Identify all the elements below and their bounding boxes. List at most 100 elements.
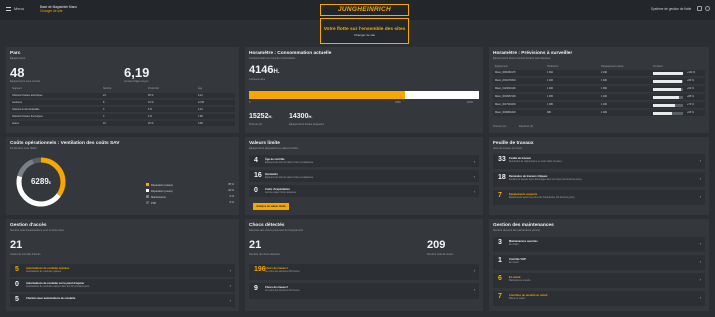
table-row[interactable]: Mano_3123040126 1 460 1 800 +94 % xyxy=(493,86,705,92)
worksheet-item[interactable]: 33 Feuille de travaux Demandes de maintena… xyxy=(493,154,705,169)
logo: JUNGHEINRICH xyxy=(320,4,409,16)
access-item-count: 5 xyxy=(15,296,19,303)
maint-item[interactable]: 3 Maintenances ouvertes En retard › xyxy=(493,237,705,252)
card-subtitle: Équipements xyxy=(10,57,26,60)
feuille-card[interactable]: Feuille de travaux Liste de travaux en c… xyxy=(489,137,709,215)
table-cell: 1 400 xyxy=(547,79,553,82)
site-selector[interactable]: Base de Magasinier Mano Changer de site xyxy=(40,5,77,13)
table-cell: 3 xyxy=(103,108,105,111)
hours-prev-label: Équipements limites dépassés xyxy=(289,123,325,126)
forecast-pct: +88 % xyxy=(687,95,694,98)
parc-card[interactable]: Parc Équipements 48 Équipements sous con… xyxy=(6,47,239,133)
forecast-pct: +63 % xyxy=(687,111,694,114)
hours-unit: H. xyxy=(273,69,280,75)
forecast-bar-fill xyxy=(653,111,672,115)
table-row[interactable]: Chariots frontaux électriques 24 50 % 6,21 xyxy=(10,93,235,98)
cost-total-value: 6289 xyxy=(30,177,49,186)
worksheet-item-count: 18 xyxy=(498,174,506,181)
table-header: Segment xyxy=(12,87,22,90)
table-row[interactable]: Mano_3009846320 980 1 000 +63 % xyxy=(493,110,705,116)
limit-item[interactable]: 16 Horamètre Équipements dont la valeur li… xyxy=(249,170,479,182)
maint-item[interactable]: 6 En retard Maintenance ouverte › xyxy=(493,273,705,288)
chevron-right-icon: › xyxy=(473,189,475,194)
table-row[interactable]: Mano_3017940230 1 080 1 200 +72 % xyxy=(493,102,705,108)
table-row[interactable]: Gerbeurs 8 16 % 12,56 xyxy=(10,100,235,105)
table-row[interactable]: Mano_2031078304 1 400 1 600 +96 % xyxy=(493,78,705,84)
legend-prevues: Prévues (1) xyxy=(493,125,507,128)
worksheet-item[interactable]: 18 Demandes de travaux critiques Feuilles … xyxy=(493,172,705,187)
card-subtitle: Nombre de jours de maintenance prévus xyxy=(493,229,540,232)
hours-consumed: 4146H. xyxy=(249,64,279,76)
table-cell: 1 460 xyxy=(547,87,553,90)
table-row[interactable]: Mano_3004957209 1 250 1 400 +88 % xyxy=(493,94,705,100)
legend-value: 6 % xyxy=(229,201,234,204)
table-header: Nombre xyxy=(103,87,112,90)
table-cell: 1 250 xyxy=(547,95,553,98)
forecast-bar-fill xyxy=(653,71,683,75)
worksheet-item[interactable]: 7 Équipements suspects Équipements ayant r… xyxy=(493,190,705,205)
table-cell: 3,68 xyxy=(198,122,203,125)
settings-icon[interactable] xyxy=(697,6,702,11)
card-subtitle: Équipements dont le contrat horaire sera… xyxy=(493,57,551,60)
access-item[interactable]: 0 Autorisations de conduite sur le point … xyxy=(10,279,235,292)
shock-item-title: Chocs de niveau 2 xyxy=(265,286,288,289)
previsions-card[interactable]: Horamètre : Prévisions à surveiller Équi… xyxy=(489,47,709,133)
system-name: Système de gestion de flotte xyxy=(651,7,692,11)
table-cell: Mano_3096382176 xyxy=(495,71,516,74)
limit-item-desc: Équipements dont la valeur limite est dé… xyxy=(265,177,314,179)
banner-change-site[interactable]: Changer de site xyxy=(321,33,408,37)
maint-item-desc: Maintenance ouverte xyxy=(509,280,531,282)
maint-item-title: Contrôle VGP xyxy=(509,258,526,261)
analysis-button[interactable]: Analyse de valeur limite xyxy=(253,203,289,210)
worksheet-item-desc: Feuilles de travaux avec dommages dans v… xyxy=(509,179,582,181)
valeurs-card[interactable]: Valeurs limite Équipements dépassant les… xyxy=(245,137,483,215)
table-row[interactable]: Mano_3096382176 1 692 2 040 +104 % xyxy=(493,70,705,76)
chevron-right-icon: › xyxy=(699,176,701,181)
chevron-right-icon: › xyxy=(473,287,475,292)
access-item-title: Chariots avec autorisations de conduite xyxy=(26,297,76,300)
forecast-bar xyxy=(653,79,683,83)
hours-total-unit: H. xyxy=(268,114,273,119)
horametre-card[interactable]: Horamètre : Consommation actuelle Consom… xyxy=(245,47,483,133)
forecast-bar xyxy=(653,111,683,115)
maint-item-count: 6 xyxy=(498,275,502,282)
maint-item[interactable]: 7 Contrôles de sécurité en retard Mises en… xyxy=(493,291,705,306)
change-site-link[interactable]: Changer de site xyxy=(40,9,77,13)
access-item[interactable]: 5 Chariots avec autorisations de conduite… xyxy=(10,294,235,307)
banner-title: Votre flotte sur l'ensemble des sites xyxy=(323,27,406,32)
legend-label: Maintenance xyxy=(151,196,166,199)
table-cell: 1 200 xyxy=(601,103,607,106)
table-cell: 1 400 xyxy=(601,95,607,98)
shock-count: 21 xyxy=(249,239,262,251)
worksheet-item-desc: Équipements ayant reçu plus de 3 demande… xyxy=(509,197,575,199)
chevron-right-icon: › xyxy=(473,159,475,164)
chevron-right-icon: › xyxy=(699,194,701,199)
user-icon[interactable] xyxy=(705,6,710,11)
site-banner[interactable]: Votre flotte sur l'ensemble des sites Ch… xyxy=(320,18,409,44)
table-cell: 1 800 xyxy=(601,87,607,90)
shock-item[interactable]: 196 Chocs de niveau 1 Au cours des dernièr… xyxy=(249,264,479,280)
maint-item-count: 3 xyxy=(498,239,502,246)
acces-card[interactable]: Gestion d'accès Nombre total d'autorisat… xyxy=(6,219,239,311)
access-item[interactable]: 5 Autorisations de conduite expirées Autor… xyxy=(10,264,235,277)
table-cell: 6,21 xyxy=(198,94,203,97)
limit-item[interactable]: 0 Coûts d'exploitation Aucune valeur limit… xyxy=(249,185,479,197)
shock-item[interactable]: 9 Chocs de niveau 2 Au cours des dernières… xyxy=(249,283,479,299)
maint-item[interactable]: 1 Contrôle VGP En retard › xyxy=(493,255,705,270)
menu-button[interactable]: Menu xyxy=(6,6,24,11)
limit-item[interactable]: 4 Âge de contrôle Équipements dont la vale… xyxy=(249,155,479,167)
chocs-card[interactable]: Chocs détectés Données des chocs provena… xyxy=(245,219,483,311)
table-cell: Gerbeurs xyxy=(12,101,22,104)
chevron-right-icon: › xyxy=(473,268,475,273)
table-row[interactable]: Autres 10 20 % 3,68 xyxy=(10,121,235,126)
table-row[interactable]: Chariots frontaux thermiques 3 6 % 7,89 xyxy=(10,114,235,119)
maint-card[interactable]: Gestion des maintenances Nombre de jours… xyxy=(489,219,709,311)
table-row[interactable]: Chariots à mât rétractable 3 6 % 4,24 xyxy=(10,107,235,112)
hours-total-label: Prévues (1) xyxy=(249,123,263,126)
access-item-desc: Autorisations de conduite expirant dans … xyxy=(26,286,90,288)
table-header: Horamètre xyxy=(547,65,559,68)
maint-item-desc: En retard xyxy=(509,244,519,246)
shock-total: 209 xyxy=(427,239,446,251)
couts-card[interactable]: Coûts opérationnels : Ventilation des co… xyxy=(6,137,239,215)
table-cell: 24 xyxy=(103,94,106,97)
